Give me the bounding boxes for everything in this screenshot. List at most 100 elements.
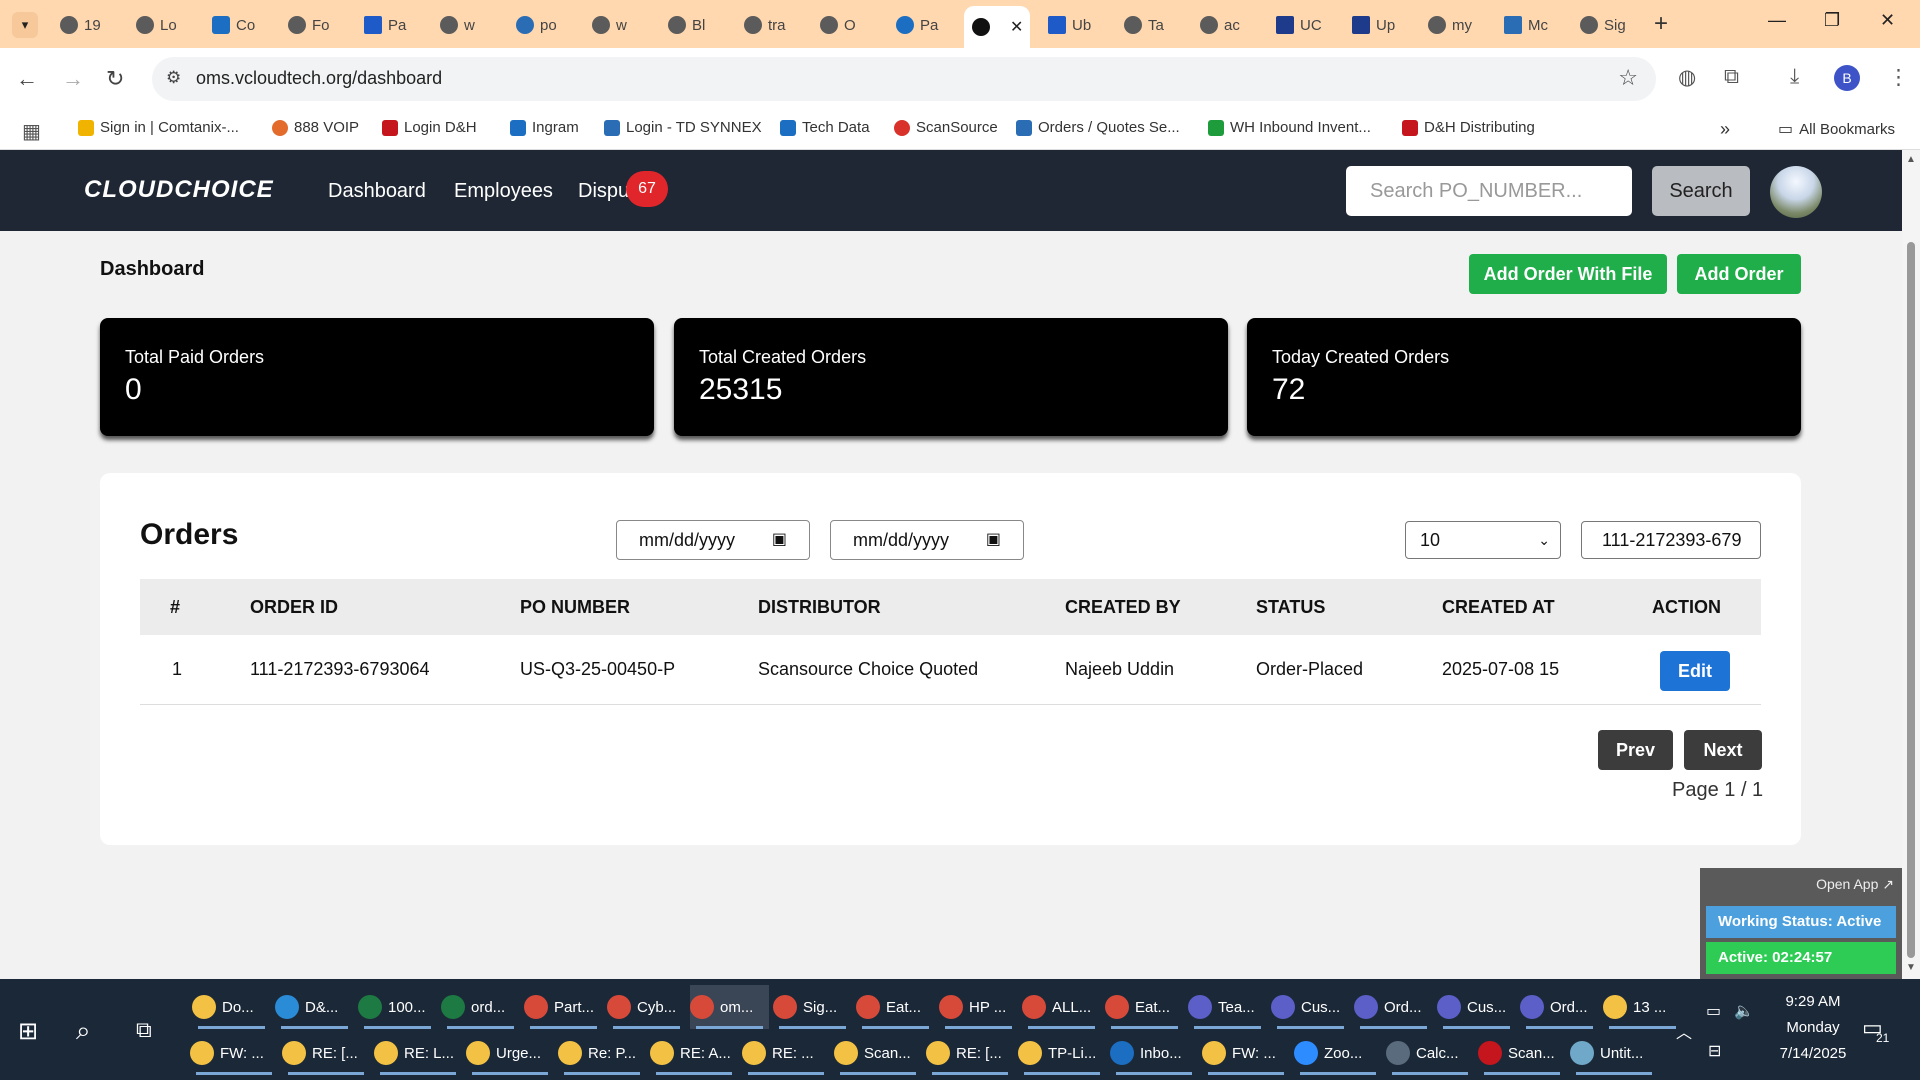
page-size-select[interactable]: 10 ⌄ [1405, 521, 1561, 559]
browser-tab[interactable]: tra [736, 8, 800, 42]
taskbar-app-button[interactable]: HP ... [939, 985, 1018, 1029]
nav-link-dashboard[interactable]: Dashboard [328, 180, 426, 203]
browser-tab[interactable]: w [584, 8, 648, 42]
forward-arrow-icon[interactable]: → [62, 66, 84, 92]
tab-search-chevron-icon[interactable]: ▾ [12, 12, 38, 38]
close-window-icon[interactable]: ✕ [1880, 10, 1895, 31]
battery-icon[interactable]: ▭ [1706, 1001, 1721, 1021]
browser-tab[interactable]: 19 [52, 8, 116, 42]
extensions-puzzle-icon[interactable]: ⧉ [1724, 65, 1739, 89]
windows-start-icon[interactable]: ⊞ [18, 1017, 38, 1046]
taskbar-app-button[interactable]: Part... [524, 985, 603, 1029]
taskbar-app-button[interactable]: Cus... [1271, 985, 1350, 1029]
bookmark-item[interactable]: WH Inbound Invent... [1208, 119, 1371, 136]
browser-tab[interactable]: Co [204, 8, 268, 42]
page-scrollbar[interactable]: ▲ ▼ [1902, 150, 1920, 979]
po-number-search-input[interactable] [1346, 166, 1632, 216]
add-order-with-file-button[interactable]: Add Order With File [1469, 254, 1667, 294]
new-tab-plus-icon[interactable]: + [1654, 10, 1668, 38]
minimize-icon[interactable]: — [1768, 10, 1786, 31]
taskbar-app-button[interactable]: RE: L... [374, 1031, 462, 1075]
browser-tab[interactable]: Pa [356, 8, 420, 42]
taskbar-app-button[interactable]: Ord... [1354, 985, 1433, 1029]
nav-link-employees[interactable]: Employees [454, 180, 553, 203]
search-icon[interactable]: ⌕ [76, 1015, 91, 1047]
bookmark-item[interactable]: 888 VOIP [272, 119, 359, 136]
task-view-icon[interactable]: ⧉ [136, 1017, 152, 1043]
taskbar-app-button[interactable]: Eat... [1105, 985, 1184, 1029]
taskbar-app-button[interactable]: ord... [441, 985, 520, 1029]
date-from-input[interactable]: mm/dd/yyyy ▣ [616, 520, 810, 560]
taskbar-app-button[interactable]: TP-Li... [1018, 1031, 1106, 1075]
prev-page-button[interactable]: Prev [1598, 730, 1673, 770]
translate-globe-icon[interactable]: ◍ [1678, 65, 1696, 90]
taskbar-app-button[interactable]: FW: ... [190, 1031, 278, 1075]
taskbar-app-button[interactable]: D&... [275, 985, 354, 1029]
browser-tab[interactable]: po [508, 8, 572, 42]
profile-avatar[interactable]: B [1834, 65, 1860, 91]
bookmark-item[interactable]: Login D&H [382, 119, 477, 136]
add-order-button[interactable]: Add Order [1677, 254, 1801, 294]
taskbar-app-button[interactable]: 100... [358, 985, 437, 1029]
calendar-icon[interactable]: ▣ [986, 521, 1001, 559]
browser-tab[interactable]: Pa [888, 8, 952, 42]
edit-button[interactable]: Edit [1660, 651, 1730, 691]
taskbar-app-button[interactable]: Cus... [1437, 985, 1516, 1029]
all-bookmarks[interactable]: ▭ All Bookmarks [1778, 119, 1895, 139]
search-button[interactable]: Search [1652, 166, 1750, 216]
cloudchoice-logo[interactable]: CLOUDCHOICE [84, 176, 274, 204]
browser-tab[interactable]: Ub [1040, 8, 1104, 42]
bookmark-item[interactable]: D&H Distributing [1402, 119, 1535, 136]
volume-icon[interactable]: 🔈 [1734, 1001, 1754, 1021]
taskbar-app-button[interactable]: 13 ... [1603, 985, 1682, 1029]
taskbar-app-button[interactable]: FW: ... [1202, 1031, 1290, 1075]
tray-chevron-up-icon[interactable]: ︿ [1676, 1019, 1692, 1043]
taskbar-app-button[interactable]: Tea... [1188, 985, 1267, 1029]
back-arrow-icon[interactable]: ← [16, 66, 38, 92]
taskbar-app-button[interactable]: RE: [... [282, 1031, 370, 1075]
menu-kebab-icon[interactable]: ⋮ [1888, 65, 1909, 90]
bookmark-item[interactable]: Orders / Quotes Se... [1016, 119, 1180, 136]
browser-tab[interactable]: Sig [1572, 8, 1636, 42]
bookmark-item[interactable]: Tech Data [780, 119, 870, 136]
taskbar-app-button[interactable]: Urge... [466, 1031, 554, 1075]
site-settings-icon[interactable]: ⚙ [166, 68, 181, 88]
taskbar-app-button[interactable]: om... [690, 985, 769, 1029]
browser-tab[interactable]: Mc [1496, 8, 1560, 42]
browser-tab[interactable]: UC [1268, 8, 1332, 42]
close-tab-icon[interactable]: ✕ [1010, 17, 1023, 37]
scroll-down-arrow-icon[interactable]: ▼ [1906, 962, 1916, 973]
notification-center-icon[interactable]: ▭ 21 [1862, 1015, 1889, 1045]
more-bookmarks-chevron-icon[interactable]: » [1720, 119, 1730, 140]
network-icon[interactable]: ⊟ [1708, 1041, 1721, 1061]
taskbar-app-button[interactable]: Do... [192, 985, 271, 1029]
restore-icon[interactable]: ❐ [1824, 10, 1840, 31]
bookmark-item[interactable]: ScanSource [894, 119, 998, 136]
order-filter-input[interactable]: 111-2172393-679 [1581, 521, 1761, 559]
browser-tab[interactable]: my [1420, 8, 1484, 42]
taskbar-app-button[interactable]: Cyb... [607, 985, 686, 1029]
browser-tab[interactable]: w [432, 8, 496, 42]
taskbar-app-button[interactable]: Scan... [1478, 1031, 1566, 1075]
browser-tab[interactable]: Ta [1116, 8, 1180, 42]
next-page-button[interactable]: Next [1684, 730, 1762, 770]
browser-tab[interactable]: Fo [280, 8, 344, 42]
open-app-link[interactable]: Open App ↗ [1816, 876, 1894, 893]
bookmark-item[interactable]: Sign in | Comtanix-... [78, 119, 239, 136]
apps-grid-icon[interactable]: ▦ [22, 119, 41, 144]
scroll-up-arrow-icon[interactable]: ▲ [1906, 154, 1916, 165]
browser-tab[interactable]: Bl [660, 8, 724, 42]
taskbar-app-button[interactable]: Zoo... [1294, 1031, 1382, 1075]
bookmark-star-icon[interactable]: ☆ [1618, 65, 1638, 91]
scrollbar-thumb[interactable] [1907, 242, 1915, 958]
taskbar-app-button[interactable]: Eat... [856, 985, 935, 1029]
browser-tab[interactable]: Up [1344, 8, 1408, 42]
reload-icon[interactable]: ↻ [106, 66, 124, 92]
taskbar-app-button[interactable]: ALL... [1022, 985, 1101, 1029]
taskbar-app-button[interactable]: Sig... [773, 985, 852, 1029]
taskbar-app-button[interactable]: Scan... [834, 1031, 922, 1075]
bookmark-item[interactable]: Login - TD SYNNEX [604, 119, 762, 136]
taskbar-app-button[interactable]: Inbo... [1110, 1031, 1198, 1075]
browser-tab[interactable]: O [812, 8, 876, 42]
browser-tab[interactable]: Lo [128, 8, 192, 42]
